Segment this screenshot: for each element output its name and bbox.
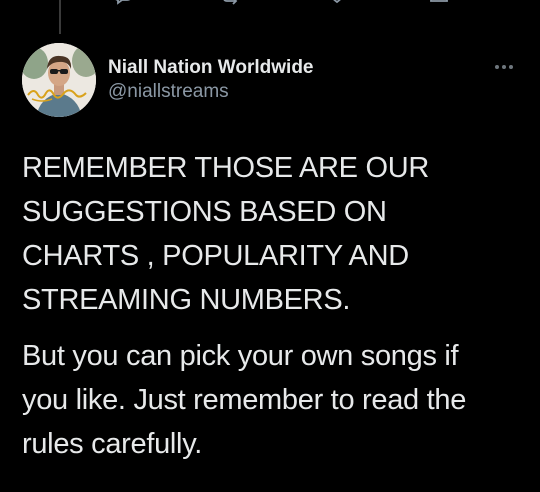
author-handle[interactable]: @niallstreams [108,80,314,104]
tweet-paragraph: But you can pick your own songs if you l… [22,340,467,460]
avatar[interactable] [22,43,96,117]
tweet-author[interactable]: Niall Nation Worldwide @niallstreams [108,56,314,104]
avatar-image [22,43,96,117]
more-options-icon[interactable] [492,60,516,72]
share-icon[interactable] [428,0,450,12]
author-display-name[interactable]: Niall Nation Worldwide [108,56,314,80]
like-icon[interactable] [326,0,348,12]
previous-tweet-action-bar [0,0,540,34]
thread-connector-line [59,0,61,34]
tweet-paragraph: REMEMBER THOSE ARE OUR SUGGESTIONS BASED… [22,152,429,316]
tweet-text: REMEMBER THOSE ARE OUR SUGGESTIONS BASED… [22,146,522,466]
reply-icon[interactable] [112,0,134,12]
retweet-icon[interactable] [220,0,242,12]
